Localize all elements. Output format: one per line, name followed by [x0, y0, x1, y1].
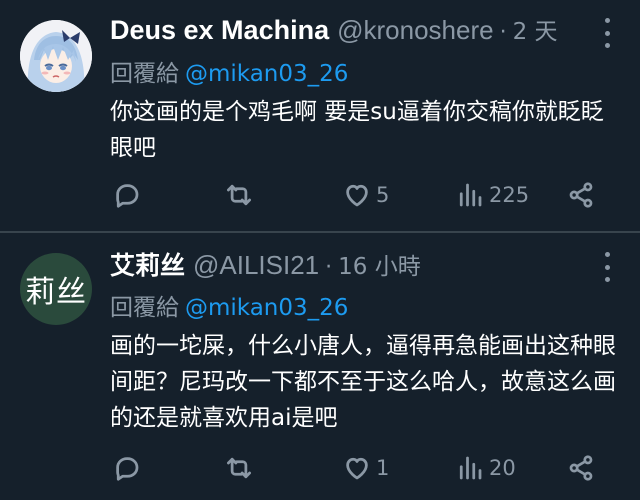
heart-icon	[346, 184, 368, 207]
timestamp[interactable]: 16 小時	[338, 247, 421, 281]
action-bar: 5 225	[110, 178, 610, 212]
user-handle[interactable]: @AILISI21	[193, 250, 319, 281]
timestamp[interactable]: 2 天	[513, 12, 558, 46]
retweet-icon	[227, 457, 251, 479]
tweet-text: 你这画的是个鸡毛啊 要是su逼着你交稿你就眨眨眼吧	[110, 99, 604, 161]
reply-context: 回覆給 @mikan03_26	[110, 288, 348, 322]
tweet[interactable]: Deus ex Machina @kronoshere · 2 天 回覆給 @mi…	[0, 0, 640, 232]
view-count: 225	[489, 183, 530, 207]
separator-dot: ·	[499, 20, 507, 45]
more-icon[interactable]	[602, 252, 612, 282]
share-icon	[569, 182, 593, 208]
view-count: 20	[489, 456, 516, 480]
like-button[interactable]: 1	[342, 451, 389, 485]
display-name[interactable]: Deus ex Machina	[110, 15, 329, 46]
reply-user-link[interactable]: @mikan03_26	[185, 295, 348, 321]
like-count: 1	[376, 456, 390, 480]
avatar[interactable]	[20, 20, 92, 92]
display-name[interactable]: 艾莉丝	[110, 246, 185, 282]
share-button[interactable]	[566, 451, 596, 485]
share-button[interactable]	[566, 178, 596, 212]
reply-context: 回覆給 @mikan03_26	[110, 54, 348, 88]
avatar-text: 莉丝	[25, 275, 87, 310]
reply-label: 回覆給	[110, 61, 179, 87]
more-icon[interactable]	[602, 18, 612, 48]
reply-icon	[116, 457, 139, 481]
avatar[interactable]: 莉丝	[20, 253, 92, 325]
tweet-divider	[0, 231, 640, 233]
tweet-text: 画的一坨屎，什么小唐人，逼得再急能画出这种眼间距？尼玛改一下都不至于这么哈人，故…	[110, 333, 616, 431]
like-button[interactable]: 5	[342, 178, 389, 212]
share-icon	[569, 455, 593, 481]
anime-girl-avatar-icon	[20, 20, 92, 92]
separator-dot: ·	[325, 255, 333, 280]
views-button[interactable]: 20	[455, 451, 516, 485]
retweet-button[interactable]	[224, 178, 258, 212]
like-count: 5	[376, 183, 390, 207]
reply-button[interactable]	[112, 178, 146, 212]
views-icon	[459, 183, 482, 207]
views-button[interactable]: 225	[455, 178, 529, 212]
tweet-header: Deus ex Machina @kronoshere · 2 天	[110, 12, 558, 48]
retweet-button[interactable]	[224, 451, 258, 485]
reply-icon	[116, 184, 139, 208]
reply-user-link[interactable]: @mikan03_26	[185, 61, 348, 87]
reply-label: 回覆給	[110, 295, 179, 321]
reply-button[interactable]	[112, 451, 146, 485]
retweet-icon	[227, 184, 251, 206]
heart-icon	[346, 457, 368, 480]
action-bar: 1 20	[110, 451, 610, 485]
tweet[interactable]: 莉丝 艾莉丝 @AILISI21 · 16 小時 回覆給 @mikan03_26 …	[0, 234, 640, 500]
tweet-header: 艾莉丝 @AILISI21 · 16 小時	[110, 246, 421, 282]
user-handle[interactable]: @kronoshere	[337, 15, 493, 46]
views-icon	[459, 456, 482, 480]
